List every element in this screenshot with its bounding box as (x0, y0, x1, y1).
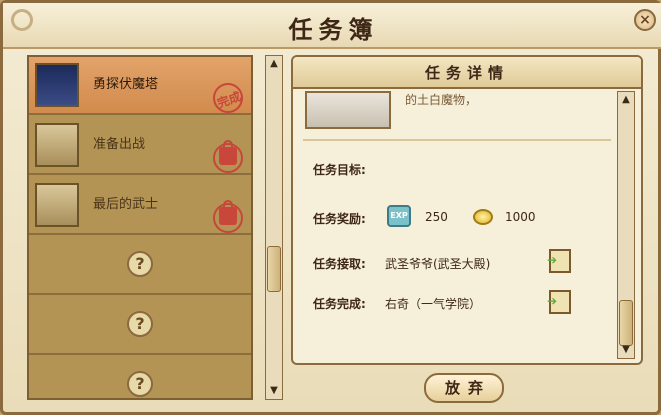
quest-description-text: 的土白魔物， (405, 93, 478, 107)
scroll-down-button[interactable]: ▼ (619, 343, 633, 357)
gold-icon (473, 209, 493, 225)
exp-value: 250 (425, 210, 448, 224)
question-mark-icon: ? (127, 371, 153, 397)
empty-quest-slot: ? (29, 297, 251, 355)
scroll-up-button[interactable]: ▲ (619, 93, 633, 107)
quest-item[interactable]: 准备出战 (29, 117, 251, 175)
goto-accept-npc-button[interactable] (547, 249, 571, 273)
question-mark-icon: ? (127, 311, 153, 337)
warrior-thumbnail-icon (35, 123, 79, 167)
accept-npc: 武圣爷爷(武圣大殿) (385, 257, 491, 271)
quest-list-scrollbar[interactable]: ▲ ▼ (265, 55, 283, 400)
quest-detail-panel: 任务详情 的土白魔物， 任务目标: 任务奖励: EXP 250 1000 任务接… (291, 55, 643, 365)
scroll-thumb[interactable] (619, 300, 633, 346)
scroll-thumb[interactable] (267, 246, 281, 292)
exp-icon: EXP (387, 205, 411, 227)
accept-label: 任务接取: (313, 257, 366, 271)
tower-thumbnail-icon (35, 63, 79, 107)
window-title: 任务簿 (288, 15, 379, 44)
abandon-quest-button[interactable]: 放弃 (424, 373, 504, 403)
scroll-up-button[interactable]: ▲ (267, 57, 281, 71)
title-bar: 任务簿 × (3, 3, 661, 49)
complete-label: 任务完成: (313, 297, 366, 311)
lock-icon (219, 200, 237, 225)
scroll-down-button[interactable]: ▼ (267, 384, 281, 398)
lock-icon (219, 140, 237, 165)
reward-label: 任务奖励: (313, 212, 366, 226)
quest-name: 勇探伏魔塔 (93, 77, 159, 92)
complete-npc: 右奇（一气学院） (385, 297, 482, 311)
detail-header: 任务详情 (293, 57, 641, 89)
detail-scrollbar[interactable]: ▲ ▼ (617, 91, 635, 359)
empty-quest-slot: ? (29, 237, 251, 295)
quest-name: 最后的武士 (93, 197, 159, 212)
npc-portrait (305, 91, 391, 129)
question-mark-icon: ? (127, 251, 153, 277)
divider (303, 139, 611, 141)
quest-list: 勇探伏魔塔 完成 准备出战 最后的武士 ? ? ? (27, 55, 253, 400)
gold-value: 1000 (505, 210, 536, 224)
samurai-thumbnail-icon (35, 183, 79, 227)
empty-quest-slot: ? (29, 357, 251, 398)
quest-name: 准备出战 (93, 137, 146, 152)
quest-item[interactable]: 最后的武士 (29, 177, 251, 235)
goal-label: 任务目标: (313, 163, 366, 177)
goto-complete-npc-button[interactable] (547, 290, 571, 314)
detail-title: 任务详情 (424, 64, 509, 82)
quest-item[interactable]: 勇探伏魔塔 完成 (29, 57, 251, 115)
quest-window: 任务簿 × 勇探伏魔塔 完成 准备出战 最后的武士 ? ? ? ▲ ▼ 任务详情… (0, 0, 661, 415)
close-button[interactable]: × (634, 9, 656, 31)
